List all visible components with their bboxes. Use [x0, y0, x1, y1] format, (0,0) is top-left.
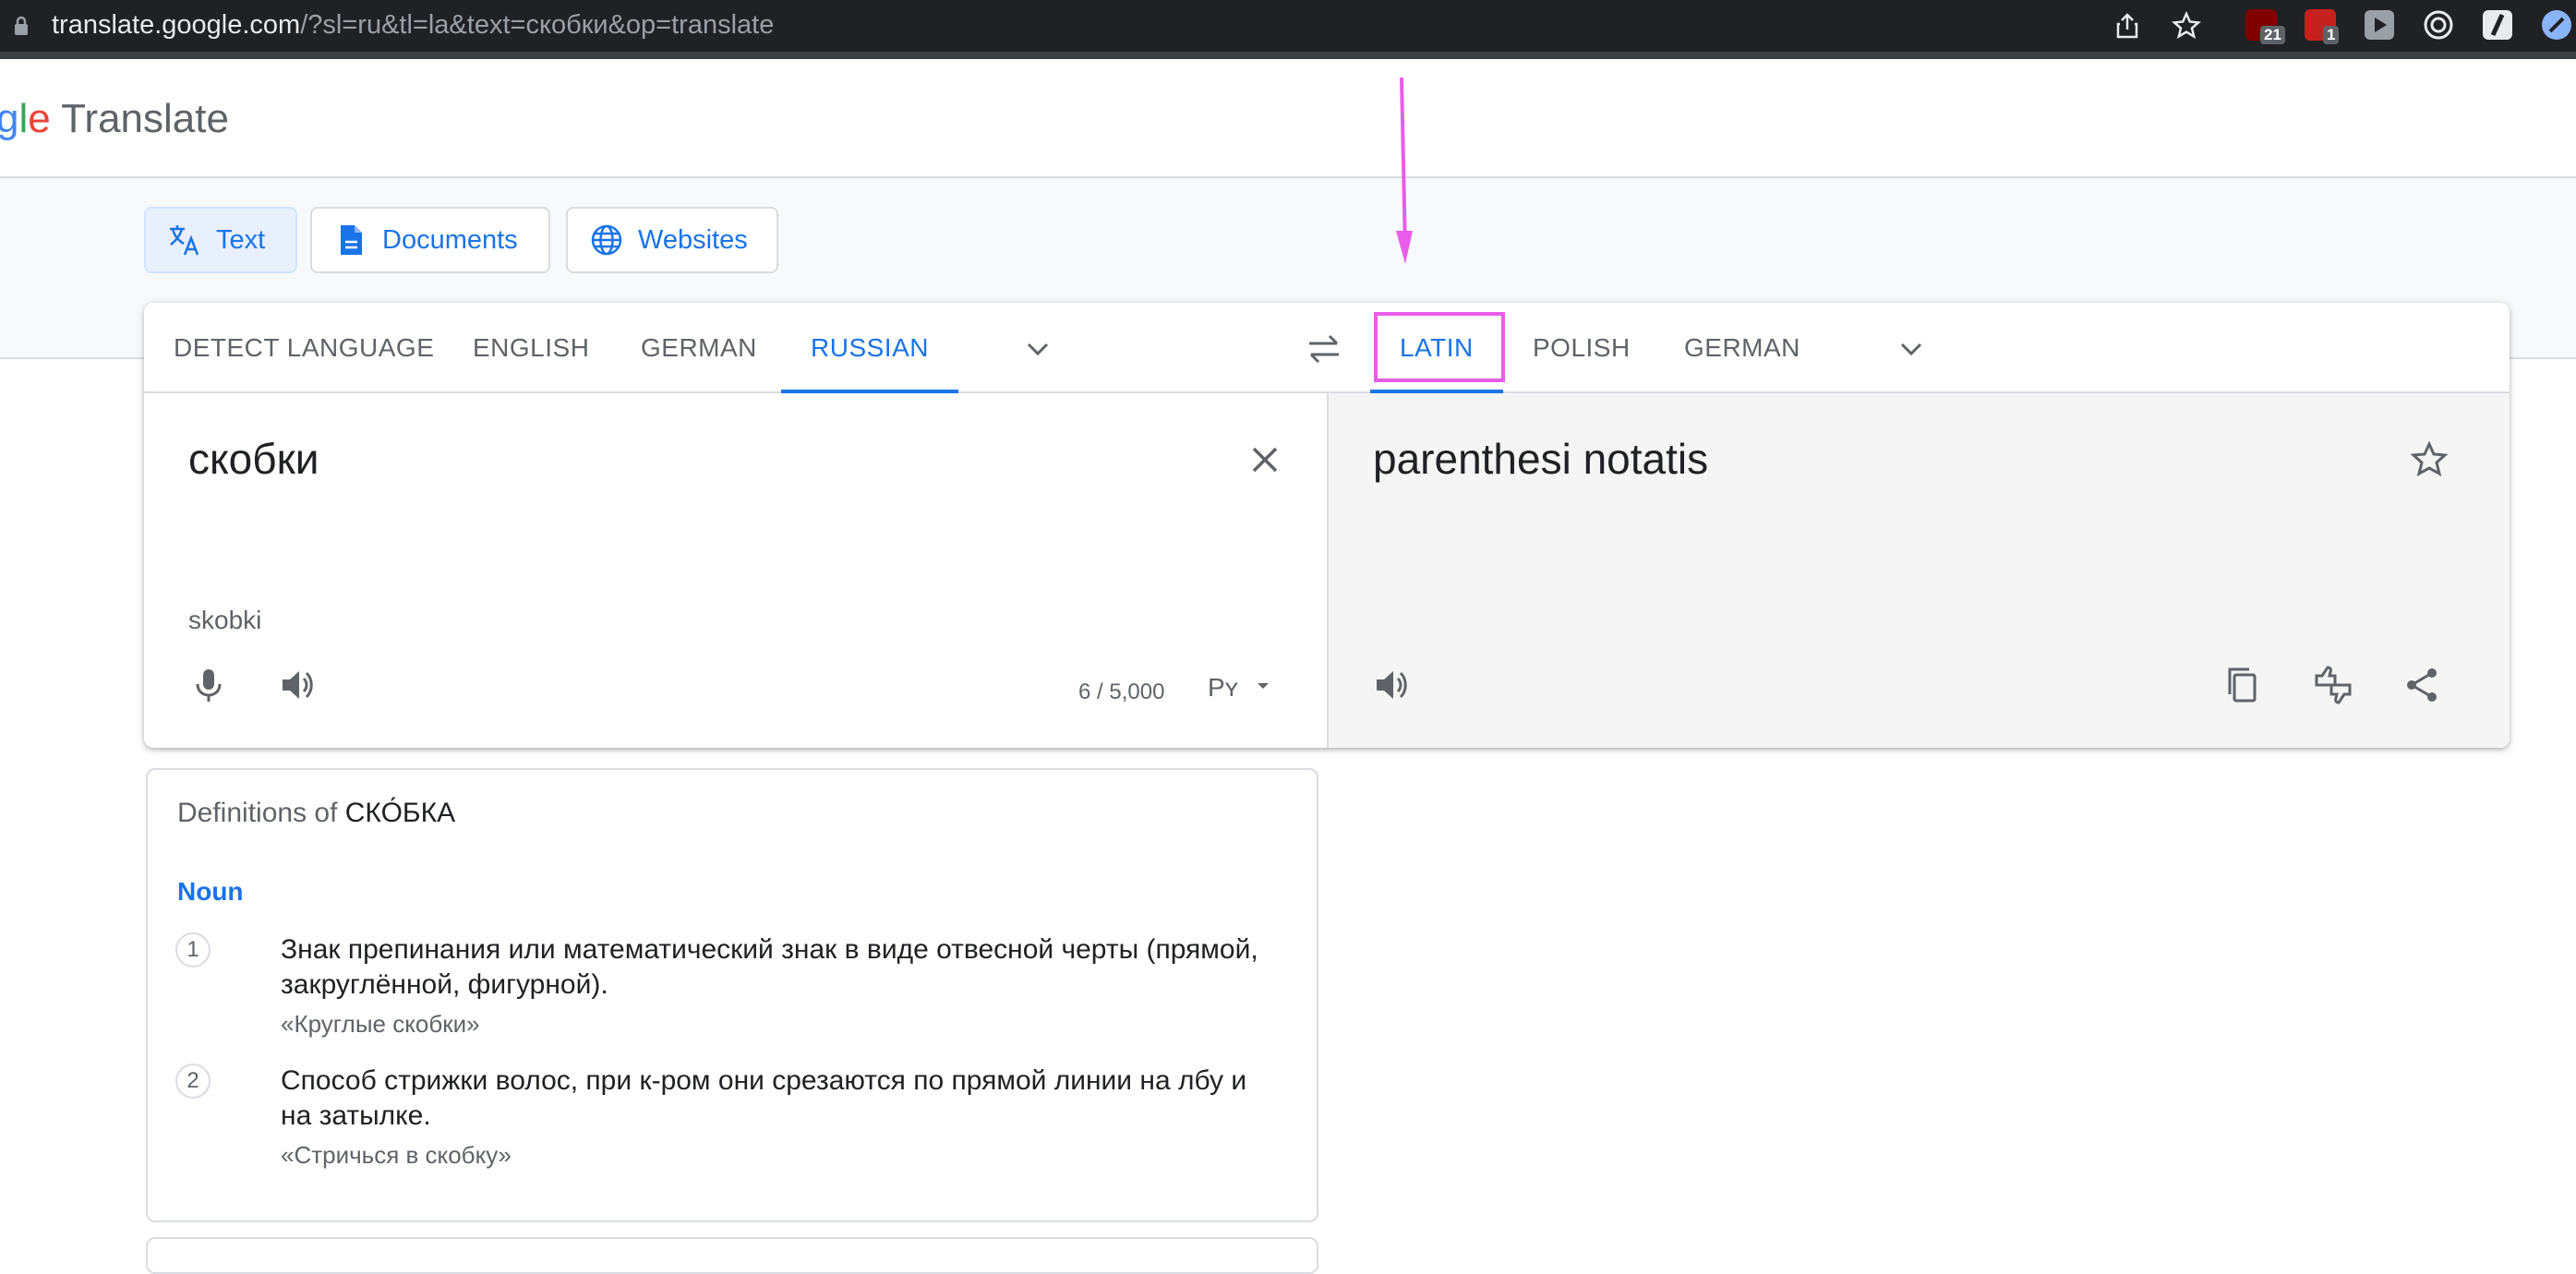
target-lang-polish[interactable]: POLISH: [1533, 303, 1631, 393]
target-extension-icon[interactable]: [2423, 9, 2454, 41]
next-card-edge: [146, 1237, 1318, 1274]
language-bar: DETECT LANGUAGE ENGLISH GERMAN RUSSIAN L…: [144, 303, 2510, 393]
translated-text: parenthesi notatis: [1373, 435, 1709, 483]
definition-text: Знак препинания или математический знак …: [281, 934, 1258, 1000]
source-listen-speaker-icon[interactable]: [277, 665, 318, 705]
websites-mode-button[interactable]: Websites: [566, 207, 778, 273]
text-mode-label: Text: [216, 224, 266, 255]
target-lang-german[interactable]: GERMAN: [1684, 303, 1800, 393]
definition-example: «Круглые скобки»: [281, 1010, 480, 1038]
globe-icon: [591, 224, 622, 256]
annotation-arrow: [1396, 77, 1413, 264]
definition-text: Способ стрижки волос, при к-ром они срез…: [281, 1065, 1247, 1131]
input-tools-keyboard-icon[interactable]: Pʏ: [1206, 665, 1270, 705]
google-translate-logo[interactable]: gle Translate: [0, 94, 229, 144]
definition-number: 1: [175, 932, 211, 968]
source-lang-detect[interactable]: DETECT LANGUAGE: [174, 303, 434, 393]
target-listen-speaker-icon[interactable]: [1371, 665, 1412, 705]
url-field[interactable]: translate.google.com/?sl=ru&tl=la&text=с…: [52, 7, 774, 42]
document-icon: [341, 225, 362, 255]
play-extension-icon[interactable]: [2364, 9, 2395, 41]
definitions-title: Definitions of СКО́БКА: [177, 798, 456, 828]
slash-extension-icon[interactable]: [2482, 9, 2513, 41]
browser-address-bar: translate.google.com/?sl=ru&tl=la&text=с…: [0, 0, 2576, 52]
extension-red-icon[interactable]: 1: [2305, 9, 2340, 44]
lock-icon: [15, 16, 28, 35]
page-header: gle Translate: [0, 59, 2576, 178]
profile-extension-icon[interactable]: [2541, 9, 2572, 41]
ublock-badge: 21: [2260, 26, 2285, 44]
source-lang-russian[interactable]: RUSSIAN: [781, 303, 958, 393]
rate-translation-icon[interactable]: [2313, 665, 2353, 705]
websites-mode-label: Websites: [638, 224, 748, 255]
source-transliteration: skobki: [188, 606, 262, 634]
documents-mode-label: Documents: [382, 224, 518, 255]
share-icon[interactable]: [2113, 11, 2142, 41]
source-lang-more-chevron-icon[interactable]: [1021, 332, 1054, 366]
source-lang-english[interactable]: ENGLISH: [473, 303, 589, 393]
source-lang-german[interactable]: GERMAN: [641, 303, 757, 393]
documents-mode-button[interactable]: Documents: [310, 207, 550, 273]
save-translation-star-icon[interactable]: [2409, 439, 2450, 480]
target-lang-more-chevron-icon[interactable]: [1895, 332, 1928, 366]
bookmark-star-icon[interactable]: [2172, 11, 2201, 41]
translate-icon: [170, 225, 199, 256]
share-translation-icon[interactable]: [2401, 665, 2442, 705]
swap-languages-icon[interactable]: [1304, 329, 1344, 369]
ublock-icon[interactable]: 21: [2245, 9, 2285, 44]
copy-translation-icon[interactable]: [2222, 665, 2263, 705]
text-mode-button[interactable]: Text: [144, 207, 297, 273]
translation-card: DETECT LANGUAGE ENGLISH GERMAN RUSSIAN L…: [144, 303, 2510, 748]
browser-toolbar-edge: [0, 52, 2576, 59]
definition-number: 2: [175, 1064, 211, 1099]
clear-text-icon[interactable]: [1245, 439, 1285, 480]
definition-example: «Стричься в скобку»: [281, 1141, 512, 1169]
source-pane: скобки skobki 6 / 5,000 Pʏ: [144, 393, 1327, 748]
source-text-input[interactable]: скобки: [188, 434, 319, 484]
target-pane: parenthesi notatis: [1327, 393, 2510, 748]
svg-text:Pʏ: Pʏ: [1208, 673, 1239, 702]
latin-highlight-box: [1374, 312, 1505, 382]
part-of-speech: Noun: [177, 877, 244, 906]
definitions-card: Definitions of СКО́БКА Noun 1 Знак препи…: [146, 768, 1318, 1222]
extension-red-badge: 1: [2323, 26, 2340, 44]
microphone-icon[interactable]: [188, 665, 229, 705]
character-counter: 6 / 5,000: [1078, 679, 1165, 704]
